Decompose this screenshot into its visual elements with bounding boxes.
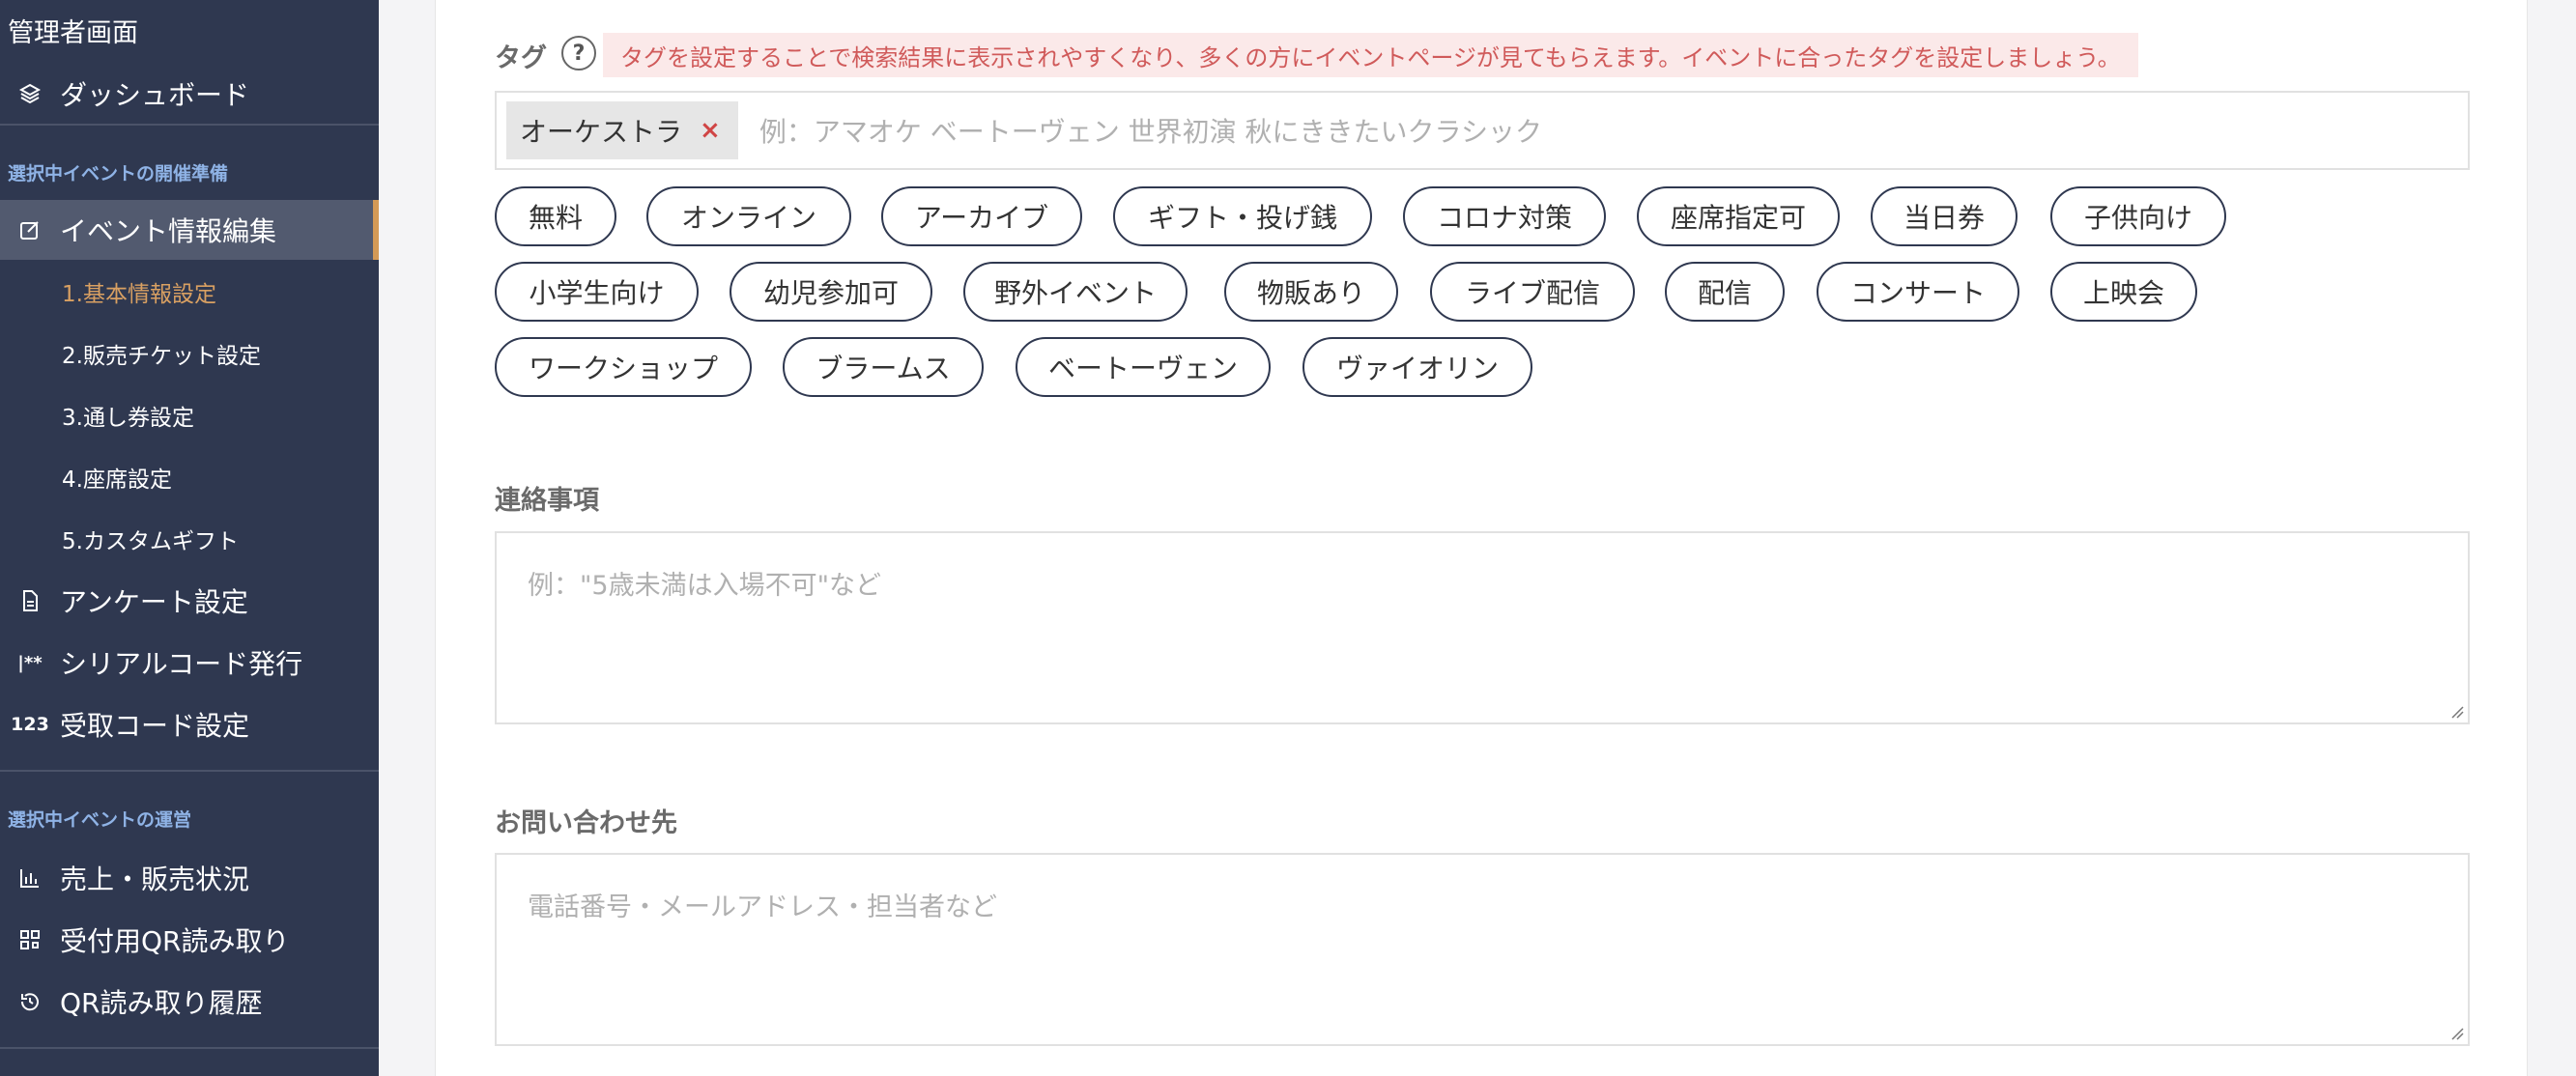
resize-grip-icon[interactable]	[2448, 703, 2464, 719]
tag-suggestion[interactable]: アーカイブ	[881, 186, 1082, 246]
divider	[0, 1047, 379, 1049]
tag-suggestion[interactable]: 幼児参加可	[730, 262, 932, 322]
tag-suggestion[interactable]: ブラームス	[783, 337, 984, 397]
sidebar-item-dashboard[interactable]: ダッシュボード	[0, 64, 379, 124]
tag-suggestion[interactable]: 小学生向け	[495, 262, 699, 322]
selected-tag-chip: オーケストラ ×	[506, 101, 738, 159]
sidebar-item-label: シリアルコード発行	[60, 648, 303, 680]
tag-suggestion[interactable]: コロナ対策	[1403, 186, 1606, 246]
sidebar-item-survey[interactable]: アンケート設定	[0, 571, 379, 631]
sidebar-item-label: ダッシュボード	[60, 79, 250, 111]
tag-suggestion[interactable]: 物販あり	[1224, 262, 1398, 322]
notes-textarea[interactable]: 例："5歳未満は入場不可"など	[495, 531, 2470, 724]
document-icon	[0, 589, 60, 612]
contact-label: お問い合わせ先	[495, 808, 677, 838]
close-icon[interactable]: ×	[700, 116, 721, 145]
tag-suggestion[interactable]: ワークショップ	[495, 337, 752, 397]
sidebar-item-qr-read[interactable]: 受付用QR読み取り	[0, 910, 379, 970]
chip-label: オーケストラ	[520, 116, 683, 148]
number-icon: 123	[11, 714, 49, 735]
history-icon	[0, 990, 60, 1013]
edit-icon	[0, 218, 60, 241]
tag-suggestion[interactable]: 野外イベント	[963, 262, 1188, 322]
tag-suggestion[interactable]: 無料	[495, 186, 616, 246]
tag-suggestion[interactable]: コンサート	[1817, 262, 2019, 322]
tag-suggestion[interactable]: 当日券	[1871, 186, 2018, 246]
tag-suggestion[interactable]: ライブ配信	[1430, 262, 1635, 322]
sidebar-subitem-pass[interactable]: 3.通し券設定	[62, 391, 194, 439]
notes-label: 連絡事項	[495, 486, 599, 516]
tag-input[interactable]: オーケストラ × 例：アマオケ ベートーヴェン 世界初演 秋にききたいクラシック	[495, 91, 2470, 170]
sidebar: 管理者画面 ダッシュボード 選択中イベントの開催準備 イベント情報編集 1.基本…	[0, 0, 379, 1076]
sidebar-item-label: 受付用QR読み取り	[60, 925, 290, 957]
contact-textarea[interactable]: 電話番号・メールアドレス・担当者など	[495, 853, 2470, 1046]
sidebar-item-label: 受取コード設定	[60, 710, 250, 742]
section-operate: 選択中イベントの運営	[8, 809, 192, 831]
help-icon[interactable]: ?	[561, 36, 596, 71]
tags-hint: タグを設定することで検索結果に表示されやすくなり、多くの方にイベントページが見て…	[603, 33, 2138, 77]
tag-suggestion[interactable]: ギフト・投げ銭	[1113, 186, 1372, 246]
bar-chart-icon	[0, 866, 60, 890]
sidebar-item-label: QR読み取り履歴	[60, 987, 263, 1019]
sidebar-item-receive-code[interactable]: 123 受取コード設定	[0, 694, 379, 754]
section-prepare: 選択中イベントの開催準備	[8, 163, 229, 184]
admin-title: 管理者画面	[8, 18, 138, 48]
sidebar-subitem-ticket[interactable]: 2.販売チケット設定	[62, 329, 261, 378]
divider	[0, 124, 379, 126]
sidebar-item-serial[interactable]: |** シリアルコード発行	[0, 633, 379, 693]
tag-suggestion[interactable]: ベートーヴェン	[1016, 337, 1271, 397]
tag-suggestion[interactable]: 上映会	[2050, 262, 2197, 322]
sidebar-subitem-gift[interactable]: 5.カスタムギフト	[62, 515, 239, 563]
tag-suggestion[interactable]: 配信	[1665, 262, 1785, 322]
tag-suggestion[interactable]: 座席指定可	[1637, 186, 1840, 246]
tags-label: タグ	[495, 43, 547, 73]
sidebar-item-qr-history[interactable]: QR読み取り履歴	[0, 972, 379, 1032]
tag-suggestion[interactable]: オンライン	[646, 186, 851, 246]
tag-suggestion[interactable]: ヴァイオリン	[1302, 337, 1532, 397]
serial-code-icon: |**	[17, 652, 43, 673]
sidebar-subitem-basic-info[interactable]: 1.基本情報設定	[62, 268, 216, 316]
qr-code-icon	[0, 928, 60, 951]
tag-suggestion[interactable]: 子供向け	[2050, 186, 2226, 246]
sidebar-item-label: 売上・販売状況	[60, 864, 250, 895]
sidebar-item-sales[interactable]: 売上・販売状況	[0, 848, 379, 908]
sidebar-item-label: アンケート設定	[60, 586, 248, 618]
sidebar-item-label: イベント情報編集	[60, 215, 277, 247]
sidebar-subitem-seat[interactable]: 4.座席設定	[62, 453, 172, 501]
sidebar-item-event-edit[interactable]: イベント情報編集	[0, 200, 379, 260]
resize-grip-icon[interactable]	[2448, 1025, 2464, 1040]
divider	[0, 770, 379, 772]
notes-placeholder: 例："5歳未満は入場不可"など	[528, 571, 882, 601]
tag-input-placeholder[interactable]: 例：アマオケ ベートーヴェン 世界初演 秋にききたいクラシック	[759, 111, 1542, 150]
layers-icon	[0, 82, 60, 105]
contact-placeholder: 電話番号・メールアドレス・担当者など	[528, 892, 997, 922]
